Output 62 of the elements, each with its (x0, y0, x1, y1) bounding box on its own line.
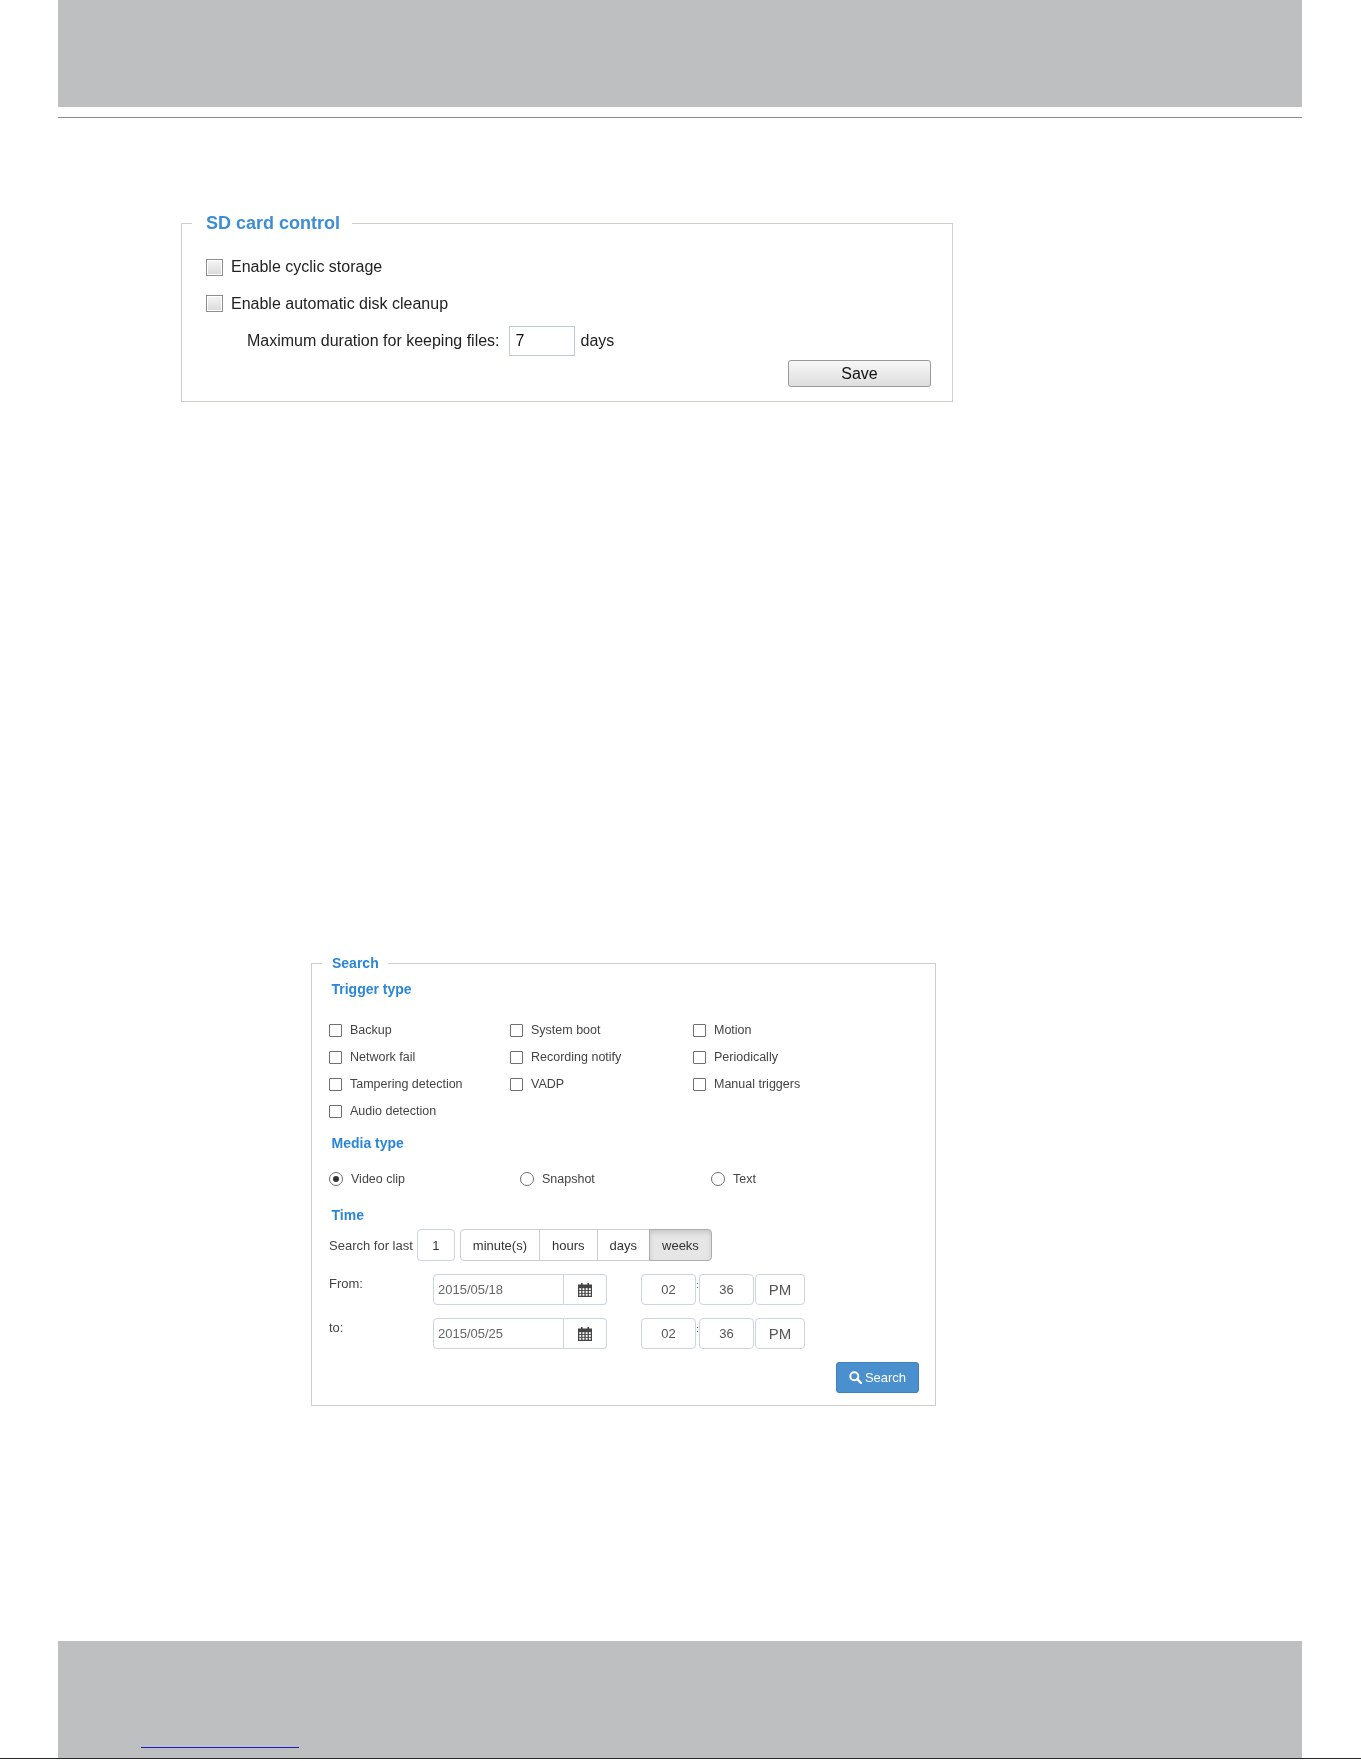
checkbox[interactable] (329, 1050, 342, 1064)
radio-button[interactable] (329, 1172, 343, 1186)
am-pm-button[interactable]: PM (755, 1274, 805, 1305)
calendar-button[interactable] (564, 1318, 607, 1349)
section-title: Media type (331, 1135, 404, 1151)
checkbox[interactable] (329, 1104, 342, 1118)
date-field[interactable]: 2015/05/25 (433, 1318, 564, 1349)
checkbox-label: Motion (714, 1023, 752, 1037)
checkbox-label: System boot (531, 1023, 601, 1037)
checkbox-label: Manual triggers (714, 1077, 801, 1091)
time-separator: : (696, 1324, 699, 1334)
hour-field[interactable]: 02 (641, 1274, 696, 1305)
checkbox-label: Recording notify (531, 1050, 622, 1064)
field-label: Maximum duration for keeping files: (247, 332, 500, 350)
count-input[interactable]: 1 (416, 1229, 455, 1261)
unit-button[interactable]: days (596, 1229, 650, 1261)
field-label: Search for last (329, 1237, 413, 1253)
unit-button[interactable]: hours (539, 1229, 598, 1261)
checkbox[interactable] (510, 1050, 523, 1064)
checkbox[interactable] (693, 1077, 706, 1091)
hour-field[interactable]: 02 (641, 1318, 696, 1349)
field-label: to: (329, 1319, 345, 1335)
calendar-icon (578, 1326, 592, 1341)
time-separator: : (696, 1280, 699, 1290)
checkbox-label: Enable automatic disk cleanup (231, 294, 449, 313)
days-input[interactable]: 7 (508, 326, 575, 356)
checkbox[interactable] (206, 295, 223, 312)
search-icon (848, 1370, 862, 1384)
checkbox[interactable] (206, 258, 223, 276)
calendar-icon (578, 1282, 592, 1297)
checkbox[interactable] (329, 1023, 342, 1037)
panel-title: Search (331, 955, 380, 971)
checkbox-label: Periodically (714, 1050, 778, 1064)
radio-label: Text (733, 1172, 756, 1186)
checkbox[interactable] (510, 1077, 523, 1091)
unit-button[interactable]: minute(s) (459, 1229, 540, 1261)
checkbox-label: Tampering detection (350, 1077, 463, 1091)
checkbox-label: Audio detection (350, 1104, 437, 1118)
checkbox[interactable] (510, 1023, 523, 1037)
radio-button[interactable] (711, 1172, 725, 1186)
checkbox[interactable] (693, 1023, 706, 1037)
unit-label: days (580, 332, 615, 350)
checkbox-label: Enable cyclic storage (231, 258, 383, 276)
am-pm-button[interactable]: PM (755, 1318, 805, 1349)
calendar-button[interactable] (564, 1274, 607, 1305)
radio-label: Video clip (351, 1172, 405, 1186)
radio-button[interactable] (520, 1172, 534, 1186)
minute-field[interactable]: 36 (699, 1274, 754, 1305)
section-title: Time (331, 1206, 364, 1223)
save-button[interactable]: Save (788, 360, 931, 387)
checkbox-label: VADP (531, 1077, 565, 1091)
field-label: From: (329, 1275, 364, 1291)
checkbox[interactable] (693, 1050, 706, 1064)
panel-title: SD card control (205, 212, 342, 234)
section-title: Trigger type (331, 981, 412, 997)
checkbox[interactable] (329, 1077, 342, 1091)
unit-button[interactable]: weeks (649, 1229, 712, 1261)
checkbox-label: Backup (350, 1023, 392, 1037)
minute-field[interactable]: 36 (699, 1318, 754, 1349)
radio-label: Snapshot (542, 1172, 595, 1186)
checkbox-label: Network fail (350, 1050, 416, 1064)
date-field[interactable]: 2015/05/18 (433, 1274, 564, 1305)
